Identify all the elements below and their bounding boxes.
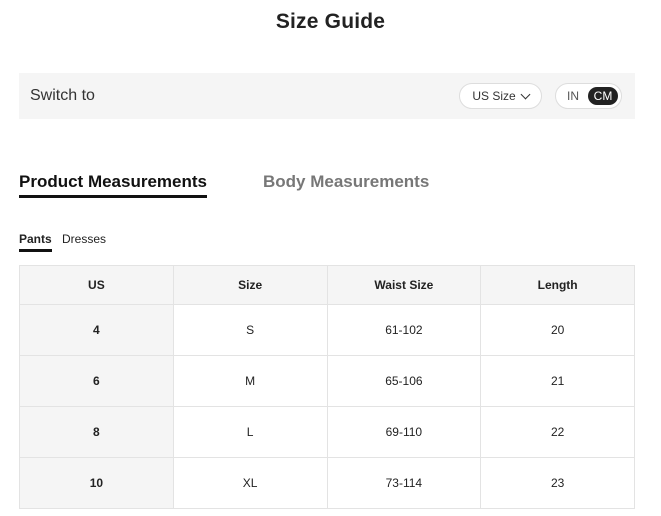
subtab-dresses[interactable]: Dresses [62, 232, 106, 246]
cell-us: 4 [19, 304, 174, 356]
cell-us: 10 [19, 457, 174, 509]
column-header-us: US [19, 265, 174, 305]
cell-length: 23 [480, 457, 635, 509]
column-header-waist: Waist Size [326, 265, 482, 305]
cell-us: 8 [19, 406, 174, 458]
unit-toggle[interactable]: IN CM [555, 83, 622, 109]
unit-option-in[interactable]: IN [560, 87, 586, 105]
column-header-length: Length [480, 265, 635, 305]
switch-label: Switch to [30, 87, 95, 104]
cell-waist: 69-110 [326, 406, 482, 458]
size-table: US Size Waist Size Length 4 S 61-102 20 … [19, 265, 635, 509]
size-select-value: US Size [472, 89, 516, 103]
cell-length: 21 [480, 355, 635, 407]
cell-waist: 61-102 [326, 304, 482, 356]
table-row: 8 L 69-110 22 [19, 406, 635, 458]
table-row: 6 M 65-106 21 [19, 355, 635, 407]
cell-waist: 73-114 [326, 457, 482, 509]
subtab-pants[interactable]: Pants [19, 232, 52, 252]
cell-us: 6 [19, 355, 174, 407]
cell-size: M [172, 355, 328, 407]
page-title: Size Guide [275, 10, 386, 33]
cell-size: S [172, 304, 328, 356]
column-header-size: Size [172, 265, 328, 305]
cell-length: 22 [480, 406, 635, 458]
tab-product-measurements[interactable]: Product Measurements [19, 172, 207, 198]
unit-switch-bar: Switch to US Size IN CM [19, 73, 635, 119]
cell-waist: 65-106 [326, 355, 482, 407]
table-row: 10 XL 73-114 23 [19, 457, 635, 509]
chevron-down-icon [520, 89, 531, 99]
cell-size: XL [172, 457, 328, 509]
tab-body-measurements[interactable]: Body Measurements [263, 172, 429, 192]
unit-option-cm[interactable]: CM [588, 87, 618, 105]
cell-length: 20 [480, 304, 635, 356]
table-row: 4 S 61-102 20 [19, 304, 635, 356]
size-system-select[interactable]: US Size [459, 83, 542, 109]
cell-size: L [172, 406, 328, 458]
table-header-row: US Size Waist Size Length [19, 265, 635, 305]
